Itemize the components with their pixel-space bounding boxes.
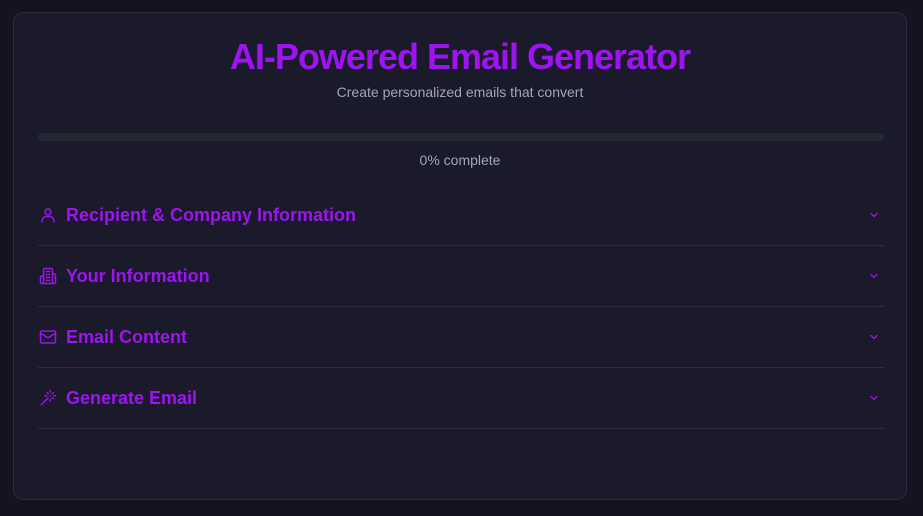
accordion-section-generate-email[interactable]: Generate Email — [38, 368, 884, 429]
building-icon — [38, 266, 58, 286]
progress-label: 0% complete — [419, 152, 501, 168]
progress-bar — [38, 133, 884, 141]
magic-wand-icon — [38, 388, 58, 408]
accordion-section-label: Recipient & Company Information — [66, 205, 357, 225]
accordion: Recipient & Company Information Your Inf… — [38, 185, 884, 429]
chevron-down-icon — [866, 207, 882, 223]
accordion-section-recipient[interactable]: Recipient & Company Information — [38, 185, 884, 246]
chevron-down-icon — [866, 329, 882, 345]
accordion-section-label: Generate Email — [66, 388, 198, 408]
accordion-section-label: Email Content — [66, 327, 188, 347]
user-icon — [38, 205, 58, 225]
accordion-section-your-information[interactable]: Your Information — [38, 246, 884, 307]
page-subtitle: Create personalized emails that convert — [336, 84, 584, 100]
chevron-down-icon — [866, 268, 882, 284]
page-title: AI-Powered Email Generator — [229, 36, 691, 77]
email-generator-card: AI-Powered Email Generator Create person… — [13, 12, 907, 500]
accordion-section-email-content[interactable]: Email Content — [38, 307, 884, 368]
accordion-section-label: Your Information — [66, 266, 210, 286]
mail-icon — [38, 327, 58, 347]
chevron-down-icon — [866, 390, 882, 406]
